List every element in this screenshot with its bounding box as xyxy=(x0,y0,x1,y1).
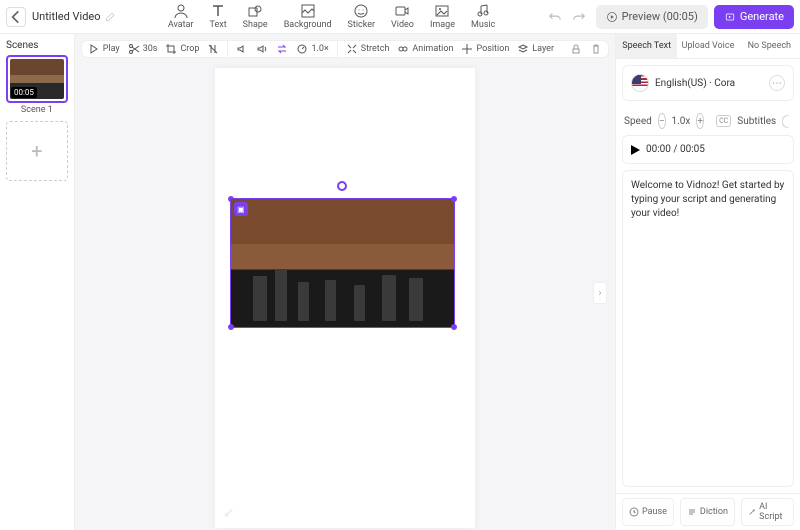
tool-image[interactable]: Image xyxy=(430,3,455,30)
undo-icon[interactable] xyxy=(548,10,562,24)
generate-button[interactable]: Generate xyxy=(714,5,794,29)
speed-increase-button[interactable]: + xyxy=(696,113,704,129)
gauge-icon xyxy=(296,43,308,55)
back-button[interactable] xyxy=(6,7,26,27)
lock-icon xyxy=(570,43,582,55)
stretch-icon xyxy=(346,43,358,55)
canvas-area: Play 30s Crop 1.0× Stretch Animation Pos… xyxy=(75,34,615,530)
speed-value: 1.0x xyxy=(672,116,691,127)
right-panel: Speech Text Upload Voice No Speech Engli… xyxy=(615,34,800,530)
mute-button[interactable] xyxy=(256,43,268,55)
tab-speech-text[interactable]: Speech Text xyxy=(616,34,677,58)
volume-button[interactable] xyxy=(236,43,248,55)
canvas[interactable]: ▣ ✔ xyxy=(215,68,475,528)
diction-icon xyxy=(687,507,697,517)
clock-icon xyxy=(629,507,639,517)
layer-icon xyxy=(517,43,529,55)
resize-handle[interactable] xyxy=(228,324,234,330)
trim-button[interactable]: 30s xyxy=(128,43,158,55)
scene-duration: 00:05 xyxy=(11,87,37,98)
speed-decrease-button[interactable]: − xyxy=(658,113,666,129)
edit-icon[interactable] xyxy=(105,11,116,22)
sticker-icon xyxy=(353,3,369,19)
top-tools: Avatar Text Shape Background Sticker Vid… xyxy=(168,3,496,30)
avatar-icon xyxy=(173,3,189,19)
layer-button[interactable]: Layer xyxy=(517,43,554,55)
crop-button[interactable]: Crop xyxy=(165,43,199,55)
lock-button[interactable] xyxy=(570,43,582,55)
volume-icon xyxy=(236,43,248,55)
generate-icon xyxy=(724,11,736,23)
animation-button[interactable]: Animation xyxy=(397,43,453,55)
wand-icon xyxy=(748,507,756,517)
image-icon xyxy=(434,3,450,19)
diction-button[interactable]: Diction xyxy=(680,498,735,526)
position-button[interactable]: Position xyxy=(461,43,509,55)
video-icon xyxy=(394,3,410,19)
tab-no-speech[interactable]: No Speech xyxy=(739,34,800,58)
tab-upload-voice[interactable]: Upload Voice xyxy=(677,34,738,58)
loop-icon xyxy=(276,43,288,55)
stretch-button[interactable]: Stretch xyxy=(346,43,390,55)
tool-avatar[interactable]: Avatar xyxy=(168,3,194,30)
media-content xyxy=(231,199,454,327)
shape-icon xyxy=(247,3,263,19)
animation-icon xyxy=(397,43,409,55)
text-icon xyxy=(210,3,226,19)
speech-tabs: Speech Text Upload Voice No Speech xyxy=(616,34,800,59)
play-icon xyxy=(631,145,640,155)
tool-video[interactable]: Video xyxy=(391,3,414,30)
music-icon xyxy=(475,3,491,19)
crop-icon xyxy=(165,43,177,55)
next-page-button[interactable]: › xyxy=(593,282,607,304)
canvas-toolbar: Play 30s Crop 1.0× Stretch Animation Pos… xyxy=(81,40,609,58)
trash-icon xyxy=(590,43,602,55)
subtitles-label: Subtitles xyxy=(737,116,776,127)
delete-button[interactable] xyxy=(590,43,602,55)
scene-name: Scene 1 xyxy=(6,105,68,115)
scenes-heading: Scenes xyxy=(6,40,68,51)
chevron-left-icon xyxy=(7,8,25,26)
play-icon xyxy=(88,43,100,55)
speaker-icon xyxy=(256,43,268,55)
tool-background[interactable]: Background xyxy=(284,3,332,30)
tool-music[interactable]: Music xyxy=(471,3,495,30)
scissors-icon xyxy=(128,43,140,55)
play-icon xyxy=(606,11,618,23)
add-scene-button[interactable]: + xyxy=(6,121,68,181)
top-bar: Untitled Video Avatar Text Shape Backgro… xyxy=(0,0,800,34)
speed-button[interactable]: 1.0× xyxy=(296,43,328,55)
resize-handle[interactable] xyxy=(451,324,457,330)
voice-label: English(US) · Cora xyxy=(655,78,735,89)
preview-audio[interactable]: 00:00 / 00:05 xyxy=(622,135,794,164)
redo-icon[interactable] xyxy=(572,10,586,24)
tool-shape[interactable]: Shape xyxy=(243,3,268,30)
pause-button[interactable]: Pause xyxy=(622,498,674,526)
speed-label: Speed xyxy=(624,116,652,127)
loop-button[interactable] xyxy=(276,43,288,55)
ai-script-button[interactable]: AI Script xyxy=(741,498,794,526)
scene-thumbnail[interactable]: 00:05 xyxy=(6,55,68,103)
scenes-panel: Scenes 00:05 Scene 1 + xyxy=(0,34,75,530)
preview-button[interactable]: Preview (00:05) xyxy=(596,5,708,29)
selected-media[interactable]: ▣ xyxy=(230,198,455,328)
media-badge-icon: ▣ xyxy=(234,202,248,216)
video-title[interactable]: Untitled Video xyxy=(32,10,101,23)
cc-badge: CC xyxy=(716,115,731,127)
tool-sticker[interactable]: Sticker xyxy=(348,3,375,30)
position-icon xyxy=(461,43,473,55)
play-button[interactable]: Play xyxy=(88,43,120,55)
audio-time: 00:00 / 00:05 xyxy=(646,144,705,155)
cut-icon xyxy=(207,43,219,55)
rotate-handle[interactable] xyxy=(337,181,347,191)
flag-icon xyxy=(631,74,649,92)
cut-button[interactable] xyxy=(207,43,219,55)
subtitles-toggle[interactable] xyxy=(782,115,792,128)
background-icon xyxy=(300,3,316,19)
voice-more-icon[interactable]: ⋯ xyxy=(769,75,785,91)
watermark-icon: ✔ xyxy=(223,506,235,522)
voice-selector[interactable]: English(US) · Cora ⋯ xyxy=(622,65,794,101)
tool-text[interactable]: Text xyxy=(210,3,227,30)
script-textarea[interactable]: Welcome to Vidnoz! Get started by typing… xyxy=(622,170,794,487)
